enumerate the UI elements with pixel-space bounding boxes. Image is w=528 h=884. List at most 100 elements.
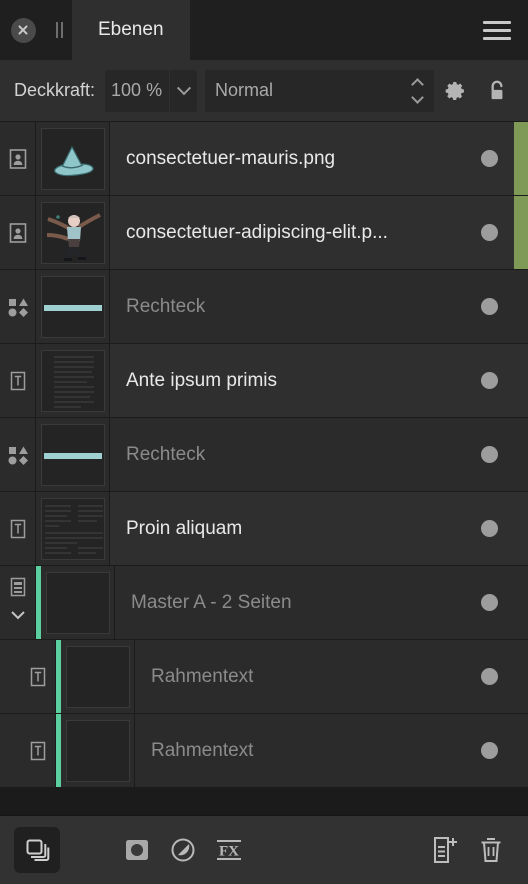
stepper-updown-icon[interactable] — [411, 77, 424, 104]
layer-thumbnail-cell — [36, 344, 110, 417]
layers-bottom-toolbar: FX — [0, 815, 528, 884]
table-row[interactable]: Rechteck — [0, 270, 528, 344]
layer-name-cell[interactable]: Rahmentext — [135, 714, 514, 787]
layer-name-cell[interactable]: Proin aliquam — [110, 492, 514, 565]
chevron-down-icon — [176, 80, 191, 95]
image-layer-icon — [9, 148, 26, 169]
tab-bar-spacer — [190, 0, 466, 60]
blend-mode-value: Normal — [215, 80, 274, 100]
layer-name-cell[interactable]: Rahmentext — [135, 640, 514, 713]
layer-name-cell[interactable]: Ante ipsum primis — [110, 344, 514, 417]
layers-panel-button[interactable] — [14, 827, 60, 873]
tab-label: Ebenen — [98, 19, 164, 40]
nesting-indent — [0, 640, 20, 713]
layer-name: consectetuer-adipiscing-elit.p... — [126, 221, 388, 243]
layer-type-cell — [0, 418, 36, 491]
settings-button[interactable] — [434, 70, 476, 112]
tab-ebenen[interactable]: Ebenen — [72, 0, 190, 60]
layer-name: Rahmentext — [151, 665, 254, 687]
layer-name-cell[interactable]: consectetuer-mauris.png — [110, 122, 514, 195]
shape-thumbnail-art — [43, 304, 102, 311]
chevron-down-icon[interactable] — [9, 609, 27, 621]
add-mask-button[interactable] — [114, 827, 160, 873]
shape-thumbnail-art — [43, 452, 102, 459]
opacity-control[interactable] — [105, 69, 198, 112]
visibility-toggle[interactable] — [481, 150, 498, 167]
layer-thumbnail — [40, 497, 105, 560]
layer-name-cell[interactable]: Rechteck — [110, 418, 514, 491]
witch-hat-thumbnail-art — [53, 145, 94, 176]
layer-name-cell[interactable]: consectetuer-adipiscing-elit.p... — [110, 196, 514, 269]
layer-thumbnail-cell — [61, 714, 135, 787]
layer-list[interactable]: consectetuer-mauris.png consectetuer-adi… — [0, 122, 528, 815]
delete-layer-button[interactable] — [468, 827, 514, 873]
text-two-column-thumbnail-art — [44, 504, 103, 554]
selection-indicator — [514, 122, 528, 195]
add-mask-icon — [126, 840, 148, 860]
layer-thumbnail — [40, 201, 105, 264]
opacity-label: Deckkraft: — [14, 80, 96, 100]
table-row[interactable]: Rechteck — [0, 418, 528, 492]
lock-open-icon — [491, 80, 503, 99]
image-layer-icon — [9, 222, 26, 243]
layer-thumbnail-cell — [36, 418, 110, 491]
text-thumbnail-art — [53, 355, 94, 408]
selection-indicator — [514, 492, 528, 565]
layer-thumbnail — [40, 423, 105, 486]
layer-name: Rechteck — [126, 443, 206, 465]
blend-mode-select[interactable]: Normal — [205, 69, 434, 112]
layer-type-cell — [0, 344, 36, 417]
selection-indicator — [514, 344, 528, 417]
table-row[interactable]: Ante ipsum primis — [0, 344, 528, 418]
visibility-toggle[interactable] — [481, 298, 498, 315]
visibility-toggle[interactable] — [481, 520, 498, 537]
visibility-toggle[interactable] — [481, 446, 498, 463]
panel-tab-bar: Ebenen — [0, 0, 528, 60]
layer-name-cell[interactable]: Master A - 2 Seiten — [115, 566, 514, 639]
layer-effects-fx-icon: FX — [217, 840, 241, 860]
adjustment-layer-button[interactable] — [160, 827, 206, 873]
shape-layer-icon — [8, 298, 28, 317]
panel-menu-button[interactable] — [466, 0, 528, 60]
visibility-toggle[interactable] — [481, 372, 498, 389]
layer-thumbnail — [65, 719, 130, 782]
layer-thumbnail-cell — [41, 566, 115, 639]
table-row[interactable]: Master A - 2 Seiten — [0, 566, 528, 640]
layer-name: Rechteck — [126, 295, 206, 317]
layer-thumbnail-cell — [36, 270, 110, 343]
visibility-toggle[interactable] — [481, 594, 498, 611]
new-layer-button[interactable] — [422, 827, 468, 873]
selection-indicator — [514, 566, 528, 639]
layer-thumbnail — [40, 275, 105, 338]
visibility-toggle[interactable] — [481, 668, 498, 685]
layer-thumbnail-cell — [36, 492, 110, 565]
table-row[interactable]: Rahmentext — [0, 640, 528, 714]
close-panel-button[interactable] — [0, 0, 46, 60]
selection-indicator — [514, 270, 528, 343]
visibility-toggle[interactable] — [481, 224, 498, 241]
layer-type-cell — [0, 122, 36, 195]
visibility-toggle[interactable] — [481, 742, 498, 759]
opacity-input[interactable] — [105, 80, 170, 101]
layer-name: Ante ipsum primis — [126, 369, 277, 391]
character-figure-thumbnail-art — [46, 212, 101, 261]
table-row[interactable]: consectetuer-mauris.png — [0, 122, 528, 196]
layer-thumbnail-cell — [61, 640, 135, 713]
lock-layer-button[interactable] — [476, 70, 518, 112]
text-layer-icon — [30, 741, 45, 760]
layer-thumbnail — [65, 645, 130, 708]
adjustment-layer-icon — [171, 838, 195, 862]
text-layer-icon — [10, 519, 25, 538]
table-row[interactable]: Proin aliquam — [0, 492, 528, 566]
layer-type-cell — [20, 714, 56, 787]
table-row[interactable]: Rahmentext — [0, 714, 528, 788]
svg-text:FX: FX — [219, 844, 239, 860]
layer-name-cell[interactable]: Rechteck — [110, 270, 514, 343]
table-row[interactable]: consectetuer-adipiscing-elit.p... — [0, 196, 528, 270]
selection-indicator — [514, 418, 528, 491]
layer-type-cell — [0, 196, 36, 269]
panel-grip-icon[interactable] — [46, 0, 72, 60]
layer-effects-button[interactable]: FX — [206, 827, 252, 873]
opacity-dropdown-button[interactable] — [169, 69, 197, 112]
layer-thumbnail-cell — [36, 196, 110, 269]
